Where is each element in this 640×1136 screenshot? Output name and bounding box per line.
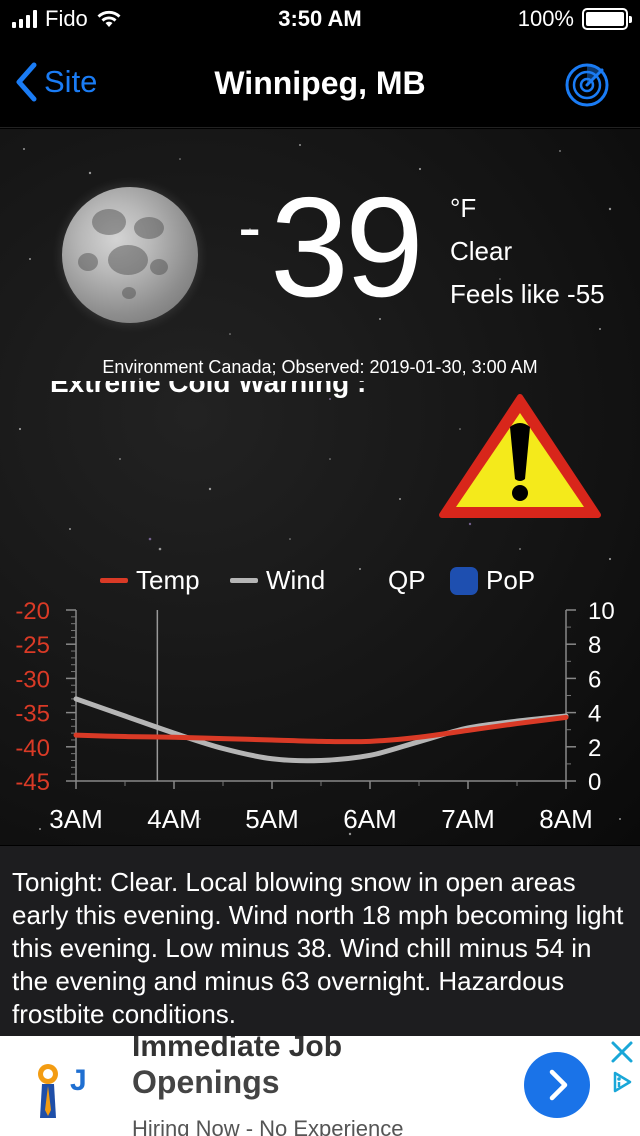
x-tick-label: 7AM [441, 804, 494, 834]
right-tick-label: 10 [588, 598, 615, 625]
battery-group: 100% [517, 6, 632, 32]
series-line-temp [73, 714, 569, 745]
warning-label[interactable]: Extreme Cold Warning : [50, 381, 366, 407]
ad-headline-top: Immediate Job [132, 1036, 343, 1063]
x-tick-label: 4AM [147, 804, 200, 834]
adchoices-icon[interactable] [610, 1070, 634, 1094]
left-tick-label: -20 [15, 598, 50, 625]
series-line-wind [73, 696, 569, 764]
x-tick-label: 8AM [539, 804, 592, 834]
x-tick-label: 3AM [49, 804, 102, 834]
right-tick-label: 0 [588, 769, 601, 796]
right-tick-label: 6 [588, 666, 601, 693]
warning-icon[interactable] [438, 393, 602, 521]
warning-label-text: Extreme Cold Warning : [50, 381, 367, 398]
battery-percent: 100% [517, 6, 574, 31]
ad-subtext: Hiring Now - No Experience [132, 1116, 404, 1136]
battery-icon [582, 8, 632, 30]
radar-icon[interactable] [564, 62, 610, 108]
svg-text:J: J [70, 1064, 87, 1097]
ad-open-button[interactable] [524, 1052, 590, 1118]
temperature-unit[interactable]: °F [450, 193, 476, 224]
temperature-sign: - [238, 188, 262, 266]
forecast-text: Tonight: Clear. Local blowing snow in op… [0, 846, 640, 1036]
page-title: Winnipeg, MB [214, 65, 426, 101]
navigation-bar: Site Winnipeg, MB [0, 40, 640, 128]
right-tick-label: 8 [588, 632, 601, 659]
left-tick-label: -25 [15, 632, 50, 659]
legend-pop: PoP [450, 565, 535, 596]
status-bar: Fido 3:50 AM 100% [0, 0, 640, 40]
hourly-chart[interactable]: -20 -25 -30 -35 -40 -45 10 8 6 4 2 0 3AM 4AM 5AM 6AM 7AM… [0, 594, 640, 844]
x-tick-label: 5AM [245, 804, 298, 834]
ad-close-icon[interactable] [610, 1040, 634, 1064]
right-tick-label: 2 [588, 735, 601, 762]
job-logo-icon: J [38, 1064, 87, 1118]
ad-headline: Openings [132, 1064, 280, 1100]
temperature-value: 39 [270, 168, 424, 327]
moon-icon [62, 187, 198, 323]
legend-wind: Wind [230, 565, 325, 596]
left-tick-label: -40 [15, 735, 50, 762]
legend-temp: Temp [100, 565, 200, 596]
legend-qp: QP [388, 565, 426, 595]
feels-like-text: Feels like -55 [450, 279, 605, 309]
left-tick-label: -45 [15, 769, 50, 796]
ad-banner[interactable]: J Immediate Job Openings Hiring Now - No… [0, 1036, 640, 1136]
conditions-panel: - 39 °F Clear Feels like -55 Environment… [0, 129, 640, 845]
observation-source: Environment Canada; Observed: 2019-01-30… [102, 357, 538, 377]
condition-text: Clear [450, 236, 513, 266]
right-tick-label: 4 [588, 701, 601, 728]
x-tick-label: 6AM [343, 804, 396, 834]
left-tick-label: -35 [15, 701, 50, 728]
chevron-right-icon [549, 1069, 568, 1101]
left-tick-label: -30 [15, 666, 50, 693]
